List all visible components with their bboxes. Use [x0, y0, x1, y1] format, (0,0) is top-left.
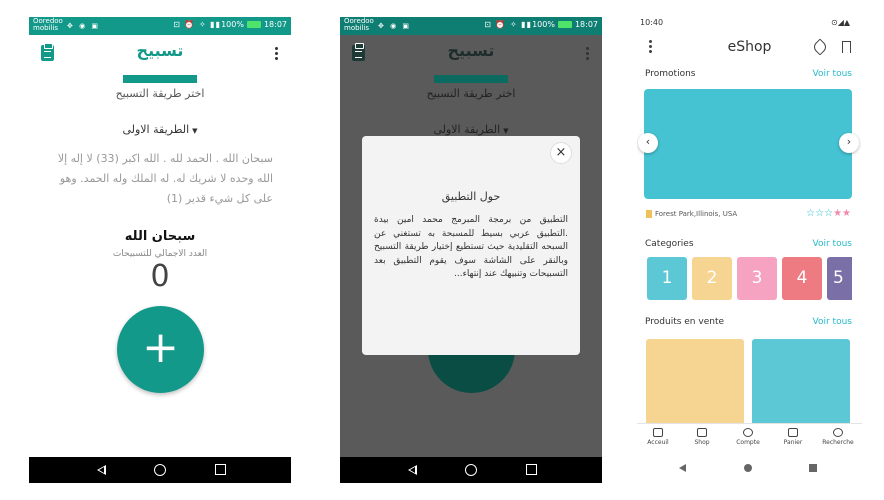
add-count-button[interactable]: + [117, 306, 204, 393]
location-text: Forest Park,Illinois, USA [655, 210, 738, 218]
back-icon[interactable] [679, 464, 686, 472]
nav-label: Acceuil [647, 439, 669, 446]
carrier-name: Ooredoo mobilis [344, 17, 374, 32]
promotions-title: Promotions [645, 69, 696, 79]
status-bar: 10:40 ⊙◢▲ [640, 18, 850, 27]
nav-label: Shop [694, 439, 710, 446]
total-label: العدد الاجمالي للتسبيحات [112, 249, 208, 259]
home-icon[interactable] [465, 464, 477, 476]
title-underline [123, 75, 197, 83]
clock: 18:07 [574, 20, 598, 29]
method-dropdown: الطريقة الاولى ▼ [340, 123, 602, 136]
nav-label: Panier [783, 439, 803, 446]
nav-label: Compte [736, 439, 760, 446]
back-icon[interactable] [97, 465, 106, 475]
products-title: Produits en vente [645, 317, 725, 327]
eshop-screen: 10:40 ⊙◢▲ eShop Promotions Voir tous ‹ ›… [637, 14, 862, 484]
home-icon[interactable] [154, 464, 166, 476]
system-nav-bar [29, 457, 291, 483]
promotions-see-all[interactable]: Voir tous [813, 69, 852, 79]
status-right: 100% 18:07 [221, 20, 287, 29]
recents-icon[interactable] [809, 464, 817, 472]
category-tile[interactable]: 2 [692, 257, 732, 300]
current-phrase: سبحان الله [124, 229, 196, 244]
battery-icon [557, 21, 572, 28]
caret-down-icon: ▼ [503, 127, 509, 135]
battery-percent: 100% [221, 20, 244, 29]
notification-icons: ✥ ◉ ▣ [378, 22, 412, 30]
nav-home[interactable]: Acceuil [638, 428, 678, 446]
status-bar: Ooredoo mobilis ✥ ◉ ▣ ⊡ ⏰ ✧ ▮▮ 100% 18:07 [340, 17, 602, 35]
chevron-left-icon[interactable]: ‹ [638, 133, 658, 153]
choose-method-label: اختر طريقة التسبيح [426, 87, 516, 100]
products-see-all[interactable]: Voir tous [813, 317, 852, 327]
cart-icon [788, 428, 798, 437]
dialog-title: حول التطبيق [441, 190, 501, 203]
chevron-right-icon[interactable]: › [839, 133, 859, 153]
nav-cart[interactable]: Panier [773, 428, 813, 446]
app-title: eShop [727, 39, 772, 55]
nav-search[interactable]: Recherche [818, 428, 858, 446]
user-icon [743, 428, 753, 437]
rating-stars: ☆☆☆★★ [806, 208, 851, 219]
promotion-banner[interactable] [644, 89, 852, 199]
bookmark-icon[interactable] [842, 41, 851, 54]
categories-title: Categories [645, 239, 694, 249]
system-nav-bar [340, 457, 602, 483]
recents-icon[interactable] [215, 464, 226, 475]
about-screen: Ooredoo mobilis ✥ ◉ ▣ ⊡ ⏰ ✧ ▮▮ 100% 18:07… [340, 17, 602, 483]
notification-icons: ✥ ◉ ▣ [67, 22, 101, 30]
bottom-nav: Acceuil Shop Compte Panier Recherche [637, 423, 862, 453]
more-options-icon[interactable] [275, 47, 278, 61]
product-card[interactable] [646, 339, 744, 427]
choose-method-label: اختر طريقة التسبيح [115, 87, 205, 100]
about-dialog: × حول التطبيق التطبيق من برمجة المبرمج م… [362, 136, 580, 355]
clock: 18:07 [263, 20, 287, 29]
tasbeeh-screen: Ooredoo mobilis ✥ ◉ ▣ ⊡ ⏰ ✧ ▮▮ 100% 18:07… [29, 17, 291, 483]
method-selected: الطريقة الاولى [122, 123, 190, 136]
battery-icon [246, 21, 261, 28]
method-selected: الطريقة الاولى [433, 123, 501, 136]
nav-label: Recherche [822, 439, 854, 446]
more-options-icon [586, 47, 589, 61]
home-button-icon[interactable] [744, 464, 752, 472]
method-dropdown[interactable]: الطريقة الاولى ▼ [29, 123, 291, 136]
counter-value: 0 [150, 259, 170, 294]
clock: 10:40 [640, 18, 664, 27]
system-nav-bar [637, 461, 862, 477]
nav-shop[interactable]: Shop [682, 428, 722, 446]
battery-percent: 100% [532, 20, 555, 29]
carrier-name: Ooredoo mobilis [33, 17, 63, 32]
title-underline [434, 75, 508, 83]
app-bar: تسبيح [340, 35, 602, 73]
app-bar: تسبيح [29, 35, 291, 73]
status-right: 100% 18:07 [532, 20, 598, 29]
category-tile[interactable]: 1 [647, 257, 687, 300]
category-tile[interactable]: 5 [827, 257, 852, 300]
product-card[interactable] [752, 339, 850, 427]
dhikr-text: سبحان الله . الحمد لله . الله اكبر (33) … [57, 152, 273, 205]
category-tile[interactable]: 3 [737, 257, 777, 300]
shop-icon [697, 428, 707, 437]
categories-see-all[interactable]: Voir tous [813, 239, 852, 249]
status-bar: Ooredoo mobilis ✥ ◉ ▣ ⊡ ⏰ ✧ ▮▮ 100% 18:07 [29, 17, 291, 35]
signal-icons: ⊡ ⏰ ✧ ▮▮ [173, 20, 221, 29]
recents-icon[interactable] [526, 464, 537, 475]
back-icon[interactable] [408, 465, 417, 475]
category-tile[interactable]: 4 [782, 257, 822, 300]
close-icon[interactable]: × [550, 142, 572, 164]
dialog-body: التطبيق من برمجة المبرمج محمد امين بيدة … [374, 215, 568, 279]
signal-icons: ⊡ ⏰ ✧ ▮▮ [484, 20, 532, 29]
bookmark-tag-icon [646, 210, 652, 218]
nav-account[interactable]: Compte [728, 428, 768, 446]
home-icon [653, 428, 663, 437]
signal-icons: ⊙◢▲ [830, 18, 850, 27]
promotion-location: Forest Park,Illinois, USA [646, 210, 737, 218]
caret-down-icon: ▼ [192, 127, 198, 135]
app-title: تسبيح [136, 41, 184, 60]
app-title: تسبيح [447, 41, 495, 60]
search-icon [833, 428, 843, 437]
